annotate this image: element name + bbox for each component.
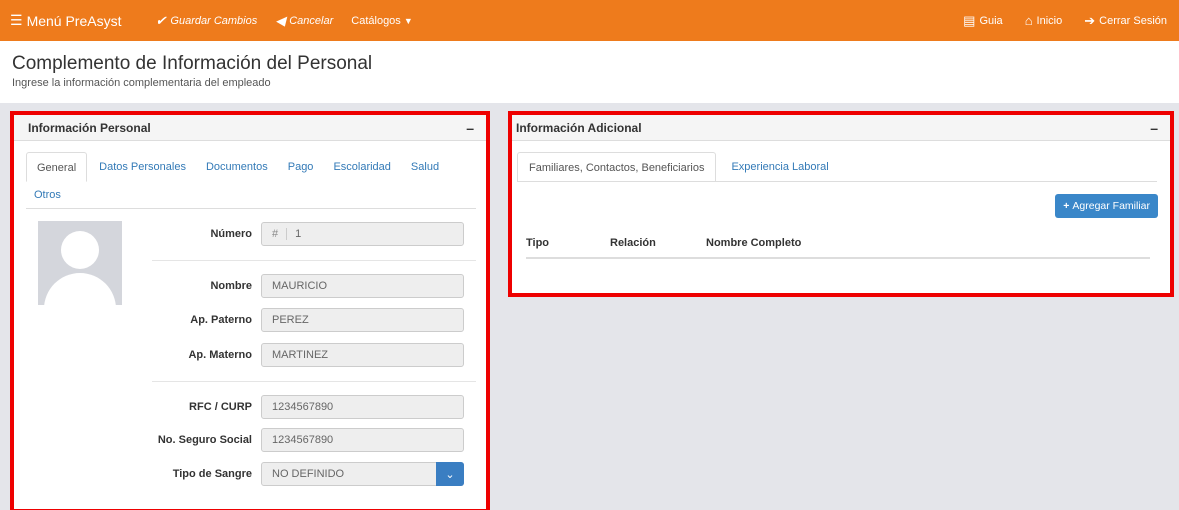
numero-row: Número #1: [154, 222, 474, 246]
materno-label: Ap. Materno: [188, 349, 252, 361]
additional-tabs: Familiares, Contactos, Beneficiarios Exp…: [517, 152, 840, 182]
numero-label: Número: [210, 228, 252, 240]
top-navbar: ☰ Menú PreAsyst ✔ Guardar Cambios ◀ Canc…: [0, 0, 1179, 41]
column-header-nombre: Nombre Completo: [706, 237, 802, 249]
personal-info-panel: Información Personal – General Datos Per…: [13, 114, 487, 510]
guide-button[interactable]: ▤ Guia: [963, 13, 1003, 29]
tab-experiencia-laboral[interactable]: Experiencia Laboral: [720, 152, 839, 182]
rfc-label: RFC / CURP: [189, 401, 252, 413]
avatar-head: [61, 231, 99, 269]
tab-escolaridad[interactable]: Escolaridad: [325, 152, 398, 182]
nombre-label: Nombre: [210, 280, 252, 292]
numero-value: 1: [295, 228, 302, 240]
personal-tabs: General Datos Personales Documentos Pago…: [26, 152, 471, 210]
home-label: Inicio: [1036, 14, 1063, 27]
add-family-button[interactable]: + Agregar Familiar: [1055, 194, 1158, 218]
numero-field[interactable]: #1: [261, 222, 464, 246]
page-subtitle: Ingrese la información complementaria de…: [12, 77, 271, 89]
family-table-header: Tipo Relación Nombre Completo: [526, 237, 1150, 259]
section-divider: [152, 381, 476, 382]
check-circle-icon: ✔: [155, 12, 167, 28]
caret-down-icon: ▼: [403, 15, 413, 26]
sangre-label: Tipo de Sangre: [172, 468, 252, 480]
materno-row: Ap. Materno MARTINEZ: [154, 343, 474, 367]
nss-label: No. Seguro Social: [157, 434, 252, 446]
tab-datos-personales[interactable]: Datos Personales: [91, 152, 194, 182]
tab-otros[interactable]: Otros: [26, 180, 69, 210]
plus-icon: +: [1063, 200, 1070, 212]
save-changes-button[interactable]: ✔ Guardar Cambios: [156, 13, 258, 29]
tab-familiares[interactable]: Familiares, Contactos, Beneficiarios: [517, 152, 717, 182]
rfc-row: RFC / CURP 1234567890: [154, 395, 474, 419]
back-circle-icon: ◀: [275, 12, 286, 28]
additional-info-heading: Información Adicional –: [512, 115, 1170, 141]
personal-info-title: Información Personal: [28, 120, 151, 135]
tabs-divider: [517, 181, 1157, 182]
tab-documentos[interactable]: Documentos: [198, 152, 276, 182]
logout-button[interactable]: ➔ Cerrar Sesión: [1084, 13, 1167, 29]
section-divider: [152, 260, 476, 261]
page-title: Complemento de Información del Personal: [12, 53, 373, 74]
guide-label: Guia: [979, 14, 1003, 27]
nss-row: No. Seguro Social 1234567890: [154, 428, 474, 452]
sangre-value: NO DEFINIDO: [272, 468, 345, 480]
add-family-label: Agregar Familiar: [1072, 200, 1150, 212]
avatar: [38, 221, 122, 305]
nombre-row: Nombre MAURICIO: [154, 274, 474, 298]
home-button[interactable]: ⌂ Inicio: [1025, 13, 1063, 28]
chevron-down-icon[interactable]: ⌄: [436, 462, 464, 486]
materno-field[interactable]: MARTINEZ: [261, 343, 464, 367]
paterno-row: Ap. Paterno PEREZ: [154, 308, 474, 332]
sangre-row: Tipo de Sangre NO DEFINIDO ⌄: [154, 462, 474, 486]
hamburger-icon: ☰: [10, 12, 23, 28]
tab-salud[interactable]: Salud: [403, 152, 447, 182]
save-label: Guardar Cambios: [170, 14, 258, 27]
rfc-field[interactable]: 1234567890: [261, 395, 464, 419]
tab-general[interactable]: General: [26, 152, 88, 182]
cancel-button[interactable]: ◀ Cancelar: [275, 13, 333, 29]
column-header-relacion: Relación: [610, 237, 656, 249]
additional-info-title: Información Adicional: [516, 120, 642, 135]
paterno-field[interactable]: PEREZ: [261, 308, 464, 332]
collapse-personal-button[interactable]: –: [466, 120, 474, 136]
tab-pago[interactable]: Pago: [280, 152, 322, 182]
catalogs-label: Catálogos: [351, 14, 401, 27]
nombre-field[interactable]: MAURICIO: [261, 274, 464, 298]
collapse-additional-button[interactable]: –: [1150, 120, 1158, 136]
menu-button[interactable]: ☰ Menú PreAsyst: [10, 12, 122, 29]
avatar-body: [44, 273, 116, 305]
catalogs-dropdown[interactable]: Catálogos ▼: [351, 15, 412, 27]
page-header: Complemento de Información del Personal …: [0, 41, 1179, 103]
hash-prefix: #: [272, 228, 288, 240]
logout-icon: ➔: [1084, 12, 1096, 28]
cancel-label: Cancelar: [289, 14, 334, 27]
logout-label: Cerrar Sesión: [1099, 14, 1167, 27]
additional-info-panel: Información Adicional – Familiares, Cont…: [511, 114, 1171, 294]
column-header-tipo: Tipo: [526, 237, 550, 249]
home-icon: ⌂: [1024, 13, 1033, 28]
paterno-label: Ap. Paterno: [190, 314, 252, 326]
sangre-select[interactable]: NO DEFINIDO ⌄: [261, 462, 464, 486]
tabs-divider: [26, 208, 476, 209]
nss-field[interactable]: 1234567890: [261, 428, 464, 452]
menu-label: Menú PreAsyst: [26, 12, 122, 29]
personal-info-heading: Información Personal –: [14, 115, 486, 141]
document-gear-icon: ▤: [963, 12, 976, 28]
